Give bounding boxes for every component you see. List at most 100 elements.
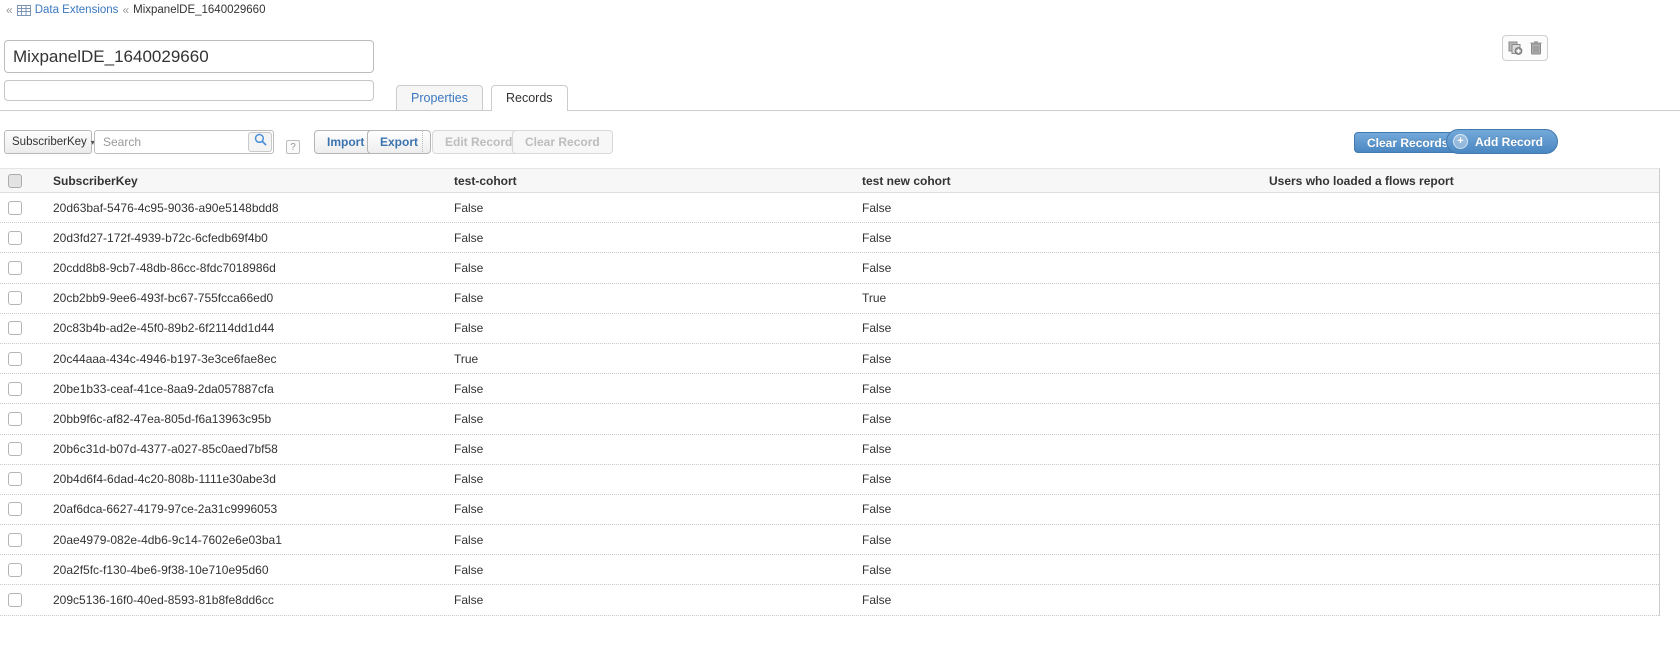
search-icon: [254, 133, 267, 151]
cell-subscriber-key: 20d3fd27-172f-4939-b72c-6cfedb69f4b0: [45, 231, 454, 245]
records-table: SubscriberKey test-cohort test new cohor…: [0, 168, 1660, 616]
cell-test-new-cohort: False: [862, 201, 1269, 215]
plus-icon: +: [1453, 134, 1468, 149]
row-checkbox[interactable]: [8, 593, 22, 607]
cell-test-new-cohort: False: [862, 563, 1269, 577]
cell-test-cohort: False: [454, 231, 862, 245]
cell-test-cohort: False: [454, 291, 862, 305]
data-extension-name-input[interactable]: [4, 40, 374, 73]
row-checkbox[interactable]: [8, 291, 22, 305]
cell-test-cohort: False: [454, 502, 862, 516]
table-header-row: SubscriberKey test-cohort test new cohor…: [0, 169, 1659, 193]
row-checkbox[interactable]: [8, 563, 22, 577]
search-field-selector[interactable]: SubscriberKey ▾: [4, 130, 92, 154]
cell-subscriber-key: 20a2f5fc-f130-4be6-9f38-10e710e95d60: [45, 563, 454, 577]
row-checkbox[interactable]: [8, 382, 22, 396]
cell-subscriber-key: 20b4d6f4-6dad-4c20-808b-1111e30abe3d: [45, 472, 454, 486]
row-checkbox[interactable]: [8, 412, 22, 426]
breadcrumb-data-extensions-link[interactable]: Data Extensions: [35, 4, 119, 16]
table-row: 20d3fd27-172f-4939-b72c-6cfedb69f4b0Fals…: [0, 223, 1659, 253]
select-all-checkbox[interactable]: [8, 174, 22, 188]
search-button[interactable]: [248, 132, 272, 152]
cell-subscriber-key: 20b6c31d-b07d-4377-a027-85c0aed7bf58: [45, 442, 454, 456]
row-checkbox[interactable]: [8, 533, 22, 547]
cell-test-cohort: False: [454, 412, 862, 426]
table-row: 20d63baf-5476-4c95-9036-a90e5148bdd8Fals…: [0, 193, 1659, 223]
table-row: 20be1b33-ceaf-41ce-8aa9-2da057887cfaFals…: [0, 374, 1659, 404]
cell-test-new-cohort: False: [862, 231, 1269, 245]
row-checkbox[interactable]: [8, 442, 22, 456]
search-input[interactable]: [94, 130, 274, 154]
entity-actions: [1502, 35, 1548, 61]
table-body: 20d63baf-5476-4c95-9036-a90e5148bdd8Fals…: [0, 193, 1659, 616]
column-header-test-new-cohort: test new cohort: [862, 174, 1269, 188]
cell-test-new-cohort: False: [862, 412, 1269, 426]
cell-test-cohort: False: [454, 382, 862, 396]
cell-test-new-cohort: True: [862, 291, 1269, 305]
cell-test-new-cohort: False: [862, 261, 1269, 275]
trash-icon[interactable]: [1530, 41, 1542, 55]
clear-record-button[interactable]: Clear Record: [512, 130, 613, 154]
add-record-label: Add Record: [1475, 135, 1543, 149]
row-checkbox[interactable]: [8, 352, 22, 366]
row-checkbox[interactable]: [8, 472, 22, 486]
cell-test-cohort: False: [454, 201, 862, 215]
table-row: 20ae4979-082e-4db6-9c14-7602e6e03ba1 Fals…: [0, 525, 1659, 555]
cell-test-cohort: False: [454, 261, 862, 275]
cell-subscriber-key: 20d63baf-5476-4c95-9036-a90e5148bdd8: [45, 201, 454, 215]
row-checkbox[interactable]: [8, 321, 22, 335]
cell-subscriber-key: 209c5136-16f0-40ed-8593-81b8fe8dd6cc: [45, 593, 454, 607]
toolbar-separator: [422, 130, 423, 154]
table-row: 20b4d6f4-6dad-4c20-808b-1111e30abe3dFals…: [0, 465, 1659, 495]
breadcrumb-separator-icon: «: [122, 3, 129, 17]
table-row: 20b6c31d-b07d-4377-a027-85c0aed7bf58Fals…: [0, 435, 1659, 465]
row-checkbox[interactable]: [8, 201, 22, 215]
table-row: 20cdd8b8-9cb7-48db-86cc-8fdc7018986dFals…: [0, 253, 1659, 283]
cell-test-new-cohort: False: [862, 321, 1269, 335]
cell-subscriber-key: 20bb9f6c-af82-47ea-805d-f6a13963c95b: [45, 412, 454, 426]
cell-subscriber-key: 20cdd8b8-9cb7-48db-86cc-8fdc7018986d: [45, 261, 454, 275]
cell-test-cohort: False: [454, 563, 862, 577]
cell-test-cohort: True: [454, 352, 862, 366]
cell-test-cohort: False: [454, 442, 862, 456]
cell-test-cohort: False: [454, 593, 862, 607]
cell-test-new-cohort: False: [862, 472, 1269, 486]
cell-test-new-cohort: False: [862, 442, 1269, 456]
table-row: 20c83b4b-ad2e-45f0-89b2-6f2114dd1d44Fals…: [0, 314, 1659, 344]
cell-subscriber-key: 20ae4979-082e-4db6-9c14-7602e6e03ba1: [45, 533, 454, 547]
add-record-button[interactable]: + Add Record: [1446, 129, 1558, 154]
help-button[interactable]: ?: [286, 140, 300, 154]
records-toolbar: SubscriberKey ▾ ? Import Export Edit Rec…: [0, 128, 1680, 156]
cell-test-new-cohort: False: [862, 593, 1269, 607]
cell-test-new-cohort: False: [862, 533, 1269, 547]
table-row: 20af6dca-6627-4179-97ce-2a31c9996053Fals…: [0, 495, 1659, 525]
table-row: 20a2f5fc-f130-4be6-9f38-10e710e95d60Fals…: [0, 555, 1659, 585]
row-checkbox[interactable]: [8, 231, 22, 245]
cell-test-new-cohort: False: [862, 502, 1269, 516]
tab-records[interactable]: Records: [491, 85, 568, 111]
table-row: 20c44aaa-434c-4946-b197-3e3ce6fae8ecTrue…: [0, 344, 1659, 374]
cell-subscriber-key: 20be1b33-ceaf-41ce-8aa9-2da057887cfa: [45, 382, 454, 396]
search-box: [94, 130, 274, 154]
row-checkbox[interactable]: [8, 502, 22, 516]
table-row: 209c5136-16f0-40ed-8593-81b8fe8dd6ccFals…: [0, 585, 1659, 615]
column-header-users-flows-report: Users who loaded a flows report: [1269, 174, 1659, 188]
tabs-divider: [0, 110, 1680, 111]
breadcrumb: « Data Extensions « MixpanelDE_164002966…: [6, 3, 265, 17]
cell-test-new-cohort: False: [862, 352, 1269, 366]
copy-plus-icon[interactable]: [1508, 41, 1523, 55]
cell-subscriber-key: 20cb2bb9-9ee6-493f-bc67-755fcca66ed0: [45, 291, 454, 305]
data-extension-description-input[interactable]: [4, 80, 374, 101]
cell-subscriber-key: 20af6dca-6627-4179-97ce-2a31c9996053: [45, 502, 454, 516]
question-mark-icon: ?: [290, 142, 296, 153]
cell-subscriber-key: 20c83b4b-ad2e-45f0-89b2-6f2114dd1d44: [45, 321, 454, 335]
row-checkbox[interactable]: [8, 261, 22, 275]
back-chevron-icon[interactable]: «: [6, 3, 13, 17]
cell-test-new-cohort: False: [862, 382, 1269, 396]
column-header-subscriber-key: SubscriberKey: [45, 174, 454, 188]
cell-test-cohort: False: [454, 472, 862, 486]
table-row: 20bb9f6c-af82-47ea-805d-f6a13963c95bFals…: [0, 404, 1659, 434]
cell-test-cohort: False: [454, 321, 862, 335]
search-field-selector-value: SubscriberKey: [12, 136, 87, 148]
tab-properties[interactable]: Properties: [396, 85, 483, 111]
